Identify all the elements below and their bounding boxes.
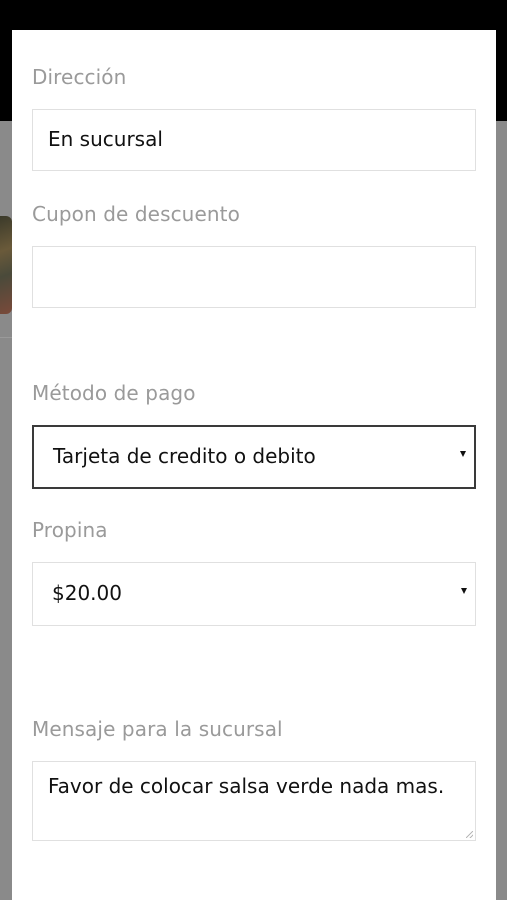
background-divider <box>0 337 12 338</box>
resize-grip-icon[interactable] <box>466 831 473 838</box>
propina-value: $20.00 <box>52 581 122 605</box>
direccion-value: En sucursal <box>48 127 163 151</box>
propina-label: Propina <box>32 518 108 542</box>
cupon-field[interactable] <box>32 246 476 308</box>
caret-down-icon <box>460 451 466 457</box>
direccion-label: Dirección <box>32 65 127 89</box>
mensaje-value: Favor de colocar salsa verde nada mas. <box>48 774 445 798</box>
direccion-field[interactable]: En sucursal <box>32 109 476 171</box>
mensaje-label: Mensaje para la sucursal <box>32 717 283 741</box>
metodo-pago-label: Método de pago <box>32 381 196 405</box>
metodo-pago-select[interactable]: Tarjeta de credito o debito <box>32 425 476 489</box>
mensaje-textarea[interactable]: Favor de colocar salsa verde nada mas. <box>32 761 476 841</box>
background-food-image <box>0 216 12 314</box>
cupon-label: Cupon de descuento <box>32 202 240 226</box>
caret-down-icon <box>461 588 467 594</box>
metodo-pago-value: Tarjeta de credito o debito <box>53 444 316 468</box>
checkout-form-modal: Dirección En sucursal Cupon de descuento… <box>12 30 496 900</box>
propina-select[interactable]: $20.00 <box>32 562 476 626</box>
